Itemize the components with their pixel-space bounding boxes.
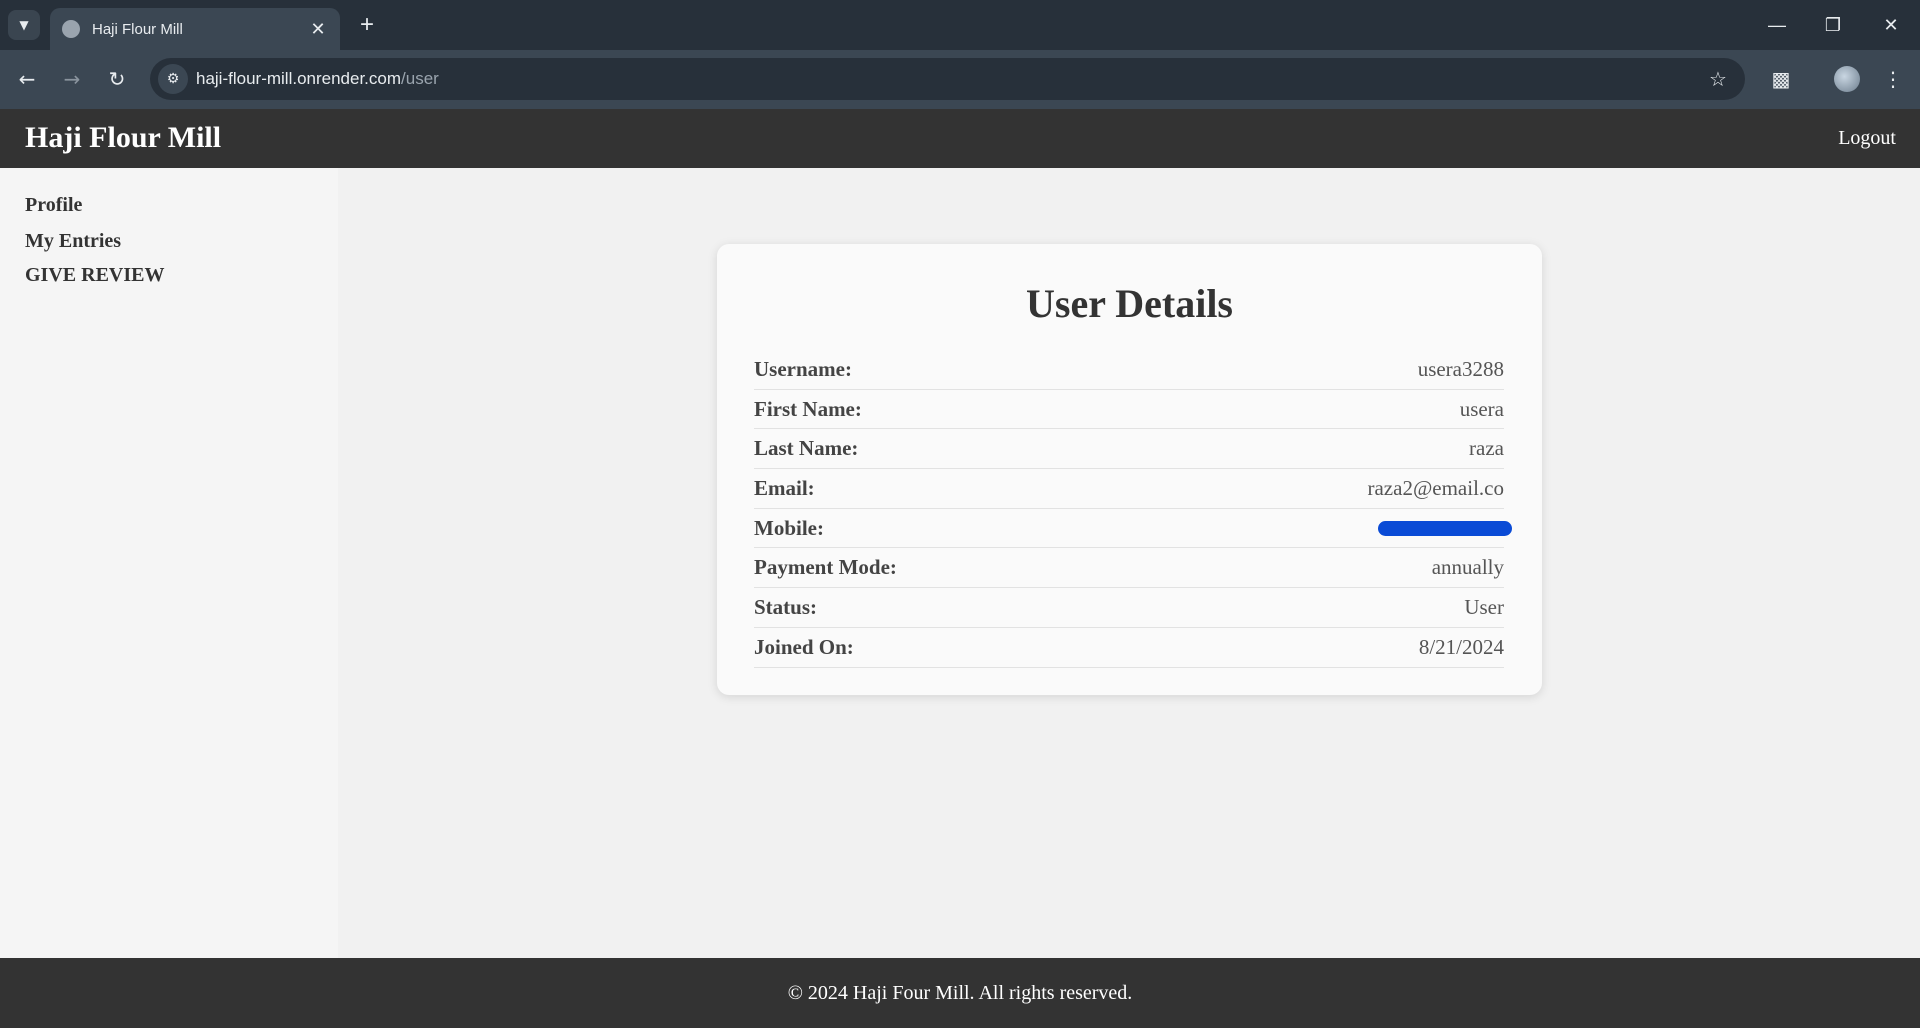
sidebar: Profile My Entries GIVE REVIEW: [0, 168, 338, 958]
site-brand[interactable]: Haji Flour Mill: [25, 121, 221, 155]
site-info-icon[interactable]: ⚙: [158, 64, 188, 94]
sidebar-item-my-entries[interactable]: My Entries: [25, 230, 121, 253]
bookmark-star-icon[interactable]: ☆: [1703, 67, 1733, 91]
window-close-icon[interactable]: ✕: [1876, 12, 1906, 38]
globe-icon: [62, 20, 80, 38]
detail-label: Username:: [754, 356, 852, 381]
detail-label: Payment Mode:: [754, 555, 897, 580]
detail-label: First Name:: [754, 396, 862, 421]
url-text: haji-flour-mill.onrender.com/user: [196, 69, 1703, 89]
tab-search-button[interactable]: ▼: [8, 10, 40, 40]
detail-value: usera3288: [1417, 356, 1504, 381]
detail-value: raza2@email.co: [1367, 475, 1504, 500]
detail-row-username: Username: usera3288: [754, 350, 1504, 390]
close-icon[interactable]: ✕: [308, 19, 328, 40]
back-arrow-icon[interactable]: ←: [12, 64, 42, 94]
detail-value: usera: [1459, 396, 1504, 421]
extensions-icon[interactable]: ▩: [1766, 64, 1796, 94]
minimize-icon[interactable]: —: [1762, 12, 1792, 38]
redaction-mark: [1378, 520, 1512, 536]
detail-label: Last Name:: [754, 436, 859, 461]
site-header: Haji Flour Mill Logout: [0, 109, 1920, 168]
sidebar-item-profile[interactable]: Profile: [25, 194, 82, 217]
reload-icon[interactable]: ↻: [102, 64, 132, 94]
detail-row-joined-on: Joined On: 8/21/2024: [754, 628, 1504, 668]
browser-tab-bar: ▼ Haji Flour Mill ✕ + — ❐ ✕: [0, 0, 1920, 50]
detail-value: 8/21/2024: [1418, 634, 1504, 659]
detail-row-last-name: Last Name: raza: [754, 429, 1504, 470]
detail-label: Joined On:: [754, 634, 854, 659]
new-tab-button[interactable]: +: [352, 10, 382, 40]
card-title: User Details: [1026, 281, 1233, 326]
detail-value: raza: [1469, 436, 1504, 461]
site-footer: © 2024 Haji Four Mill. All rights reserv…: [0, 958, 1920, 1028]
address-bar[interactable]: ⚙ haji-flour-mill.onrender.com/user ☆: [150, 58, 1745, 100]
detail-value: User: [1464, 594, 1504, 619]
detail-label: Mobile:: [754, 515, 824, 540]
details-list: Username: usera3288 First Name: usera La…: [754, 350, 1512, 668]
sidebar-item-give-review[interactable]: GIVE REVIEW: [25, 264, 164, 287]
user-details-card: User Details Username: usera3288 First N…: [717, 244, 1542, 695]
detail-row-first-name: First Name: usera: [754, 390, 1504, 430]
browser-toolbar: ← → ↻ ⚙ haji-flour-mill.onrender.com/use…: [0, 50, 1920, 109]
detail-row-status: Status: User: [754, 588, 1504, 628]
detail-row-email: Email: raza2@email.co: [754, 469, 1504, 509]
browser-tab[interactable]: Haji Flour Mill ✕: [50, 8, 340, 50]
forward-arrow-icon[interactable]: →: [57, 64, 87, 94]
profile-avatar[interactable]: [1834, 66, 1860, 92]
menu-kebab-icon[interactable]: ⋮: [1878, 64, 1908, 94]
logout-link[interactable]: Logout: [1838, 127, 1896, 150]
url-domain: haji-flour-mill.onrender.com: [196, 69, 402, 88]
detail-value-mobile: 0311321144: [1378, 516, 1512, 541]
url-path: /user: [401, 69, 439, 88]
detail-value: annually: [1431, 555, 1504, 580]
detail-row-payment-mode: Payment Mode: annually: [754, 548, 1504, 589]
detail-label: Email:: [754, 475, 815, 500]
tab-title: Haji Flour Mill: [92, 20, 183, 38]
detail-row-mobile: Mobile: 0311321144: [754, 509, 1512, 549]
footer-copyright: © 2024 Haji Four Mill. All rights reserv…: [787, 981, 1133, 1004]
restore-icon[interactable]: ❐: [1818, 12, 1848, 38]
chevron-down-icon: ▼: [19, 18, 29, 32]
detail-label: Status:: [754, 594, 818, 619]
